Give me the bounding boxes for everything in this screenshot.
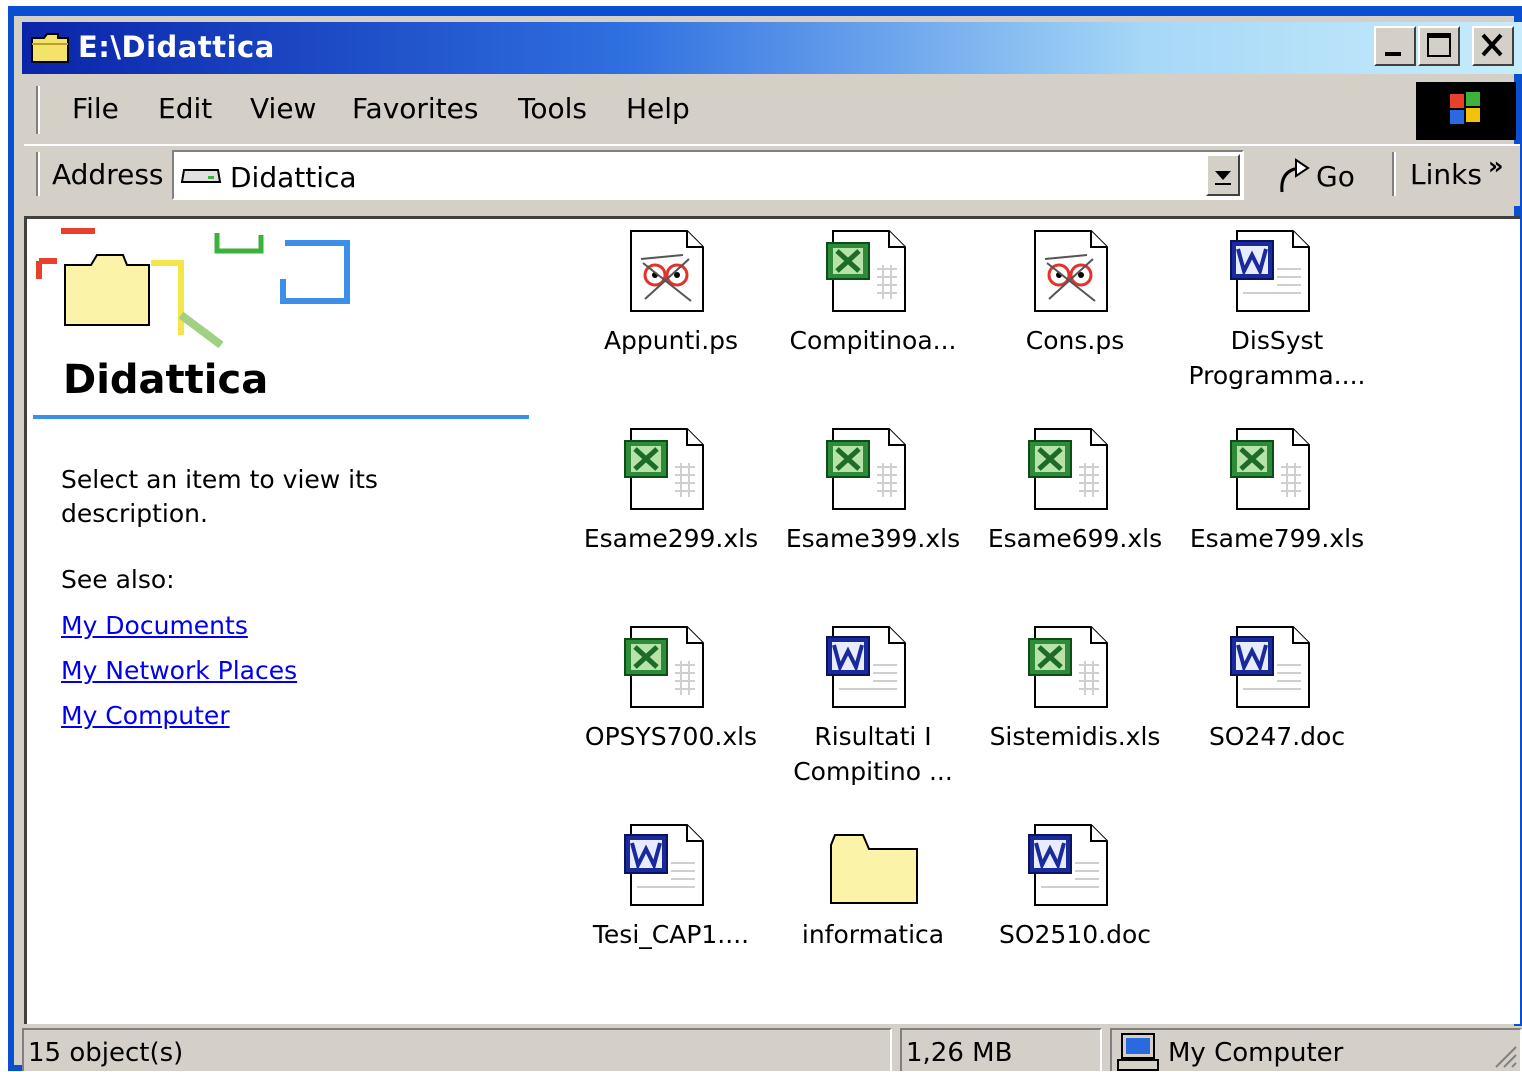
excel-document-icon [1028, 626, 1108, 708]
menu-tools[interactable]: Tools [518, 92, 587, 125]
status-zone-panel: My Computer [1110, 1028, 1522, 1071]
maximize-icon [1427, 33, 1451, 57]
word-document-icon [624, 824, 704, 906]
see-also-label: See also: [61, 565, 175, 594]
status-bar: 15 object(s) 1,26 MB My Computer [22, 1026, 1522, 1071]
status-zone: My Computer [1168, 1038, 1344, 1068]
menu-help[interactable]: Help [626, 92, 690, 125]
title-divider [33, 415, 529, 419]
item-description: Select an item to view its description. [61, 465, 378, 528]
word-document-icon [1230, 230, 1310, 312]
file-name: Sistemidis.xls [989, 722, 1161, 751]
file-name: Cons.ps [1025, 326, 1125, 355]
ps-document-icon [1034, 230, 1108, 312]
file-name: Tesi_CAP1.... [592, 920, 750, 949]
file-item[interactable]: Sistemidis.xls [975, 625, 1175, 754]
windows-logo [1416, 82, 1516, 140]
file-name: Compitinoa... [789, 326, 957, 355]
excel-document-icon [1230, 428, 1310, 510]
close-icon [1481, 33, 1503, 57]
chevron-right-icon[interactable]: » [1488, 152, 1504, 180]
word-document-icon [826, 626, 906, 708]
file-name: DisSyst Programma.... [1188, 326, 1366, 390]
folder-banner-icon [36, 228, 350, 349]
link-my-network-places[interactable]: My Network Places [61, 656, 297, 685]
address-input[interactable]: Didattica [172, 150, 1244, 200]
links-grip[interactable] [1392, 152, 1396, 196]
file-item[interactable]: Cons.ps [975, 229, 1175, 358]
menu-view[interactable]: View [250, 92, 316, 125]
excel-document-icon [826, 428, 906, 510]
status-objects: 15 object(s) [28, 1038, 184, 1068]
file-name: informatica [801, 920, 945, 949]
excel-document-icon [624, 428, 704, 510]
go-arrow-icon [1280, 158, 1310, 193]
file-item[interactable]: DisSyst Programma.... [1177, 229, 1377, 393]
link-my-computer[interactable]: My Computer [61, 701, 230, 730]
drive-icon [180, 169, 222, 183]
file-name: Esame799.xls [1189, 524, 1365, 553]
file-item[interactable]: Appunti.ps [571, 229, 771, 358]
file-item[interactable]: Esame699.xls [975, 427, 1175, 556]
file-name: OPSYS700.xls [584, 722, 758, 751]
status-size-panel: 1,26 MB [900, 1028, 1102, 1071]
file-name: SO2510.doc [998, 920, 1152, 949]
go-label: Go [1316, 160, 1355, 193]
chevron-down-icon [1215, 171, 1231, 185]
minimize-button[interactable] [1374, 26, 1416, 66]
file-item[interactable]: Compitinoa... [773, 229, 973, 358]
link-my-documents[interactable]: My Documents [61, 611, 248, 640]
file-item[interactable]: Tesi_CAP1.... [571, 823, 771, 952]
file-item[interactable]: SO2510.doc [975, 823, 1175, 952]
maximize-button[interactable] [1418, 26, 1460, 66]
address-grip[interactable] [36, 152, 40, 196]
folder-title: Didattica [63, 357, 269, 403]
file-item[interactable]: Esame799.xls [1177, 427, 1377, 556]
title-bar[interactable]: E:\Didattica [22, 22, 1522, 74]
my-computer-icon [1117, 1033, 1159, 1071]
menu-favorites[interactable]: Favorites [352, 92, 478, 125]
file-name: Esame699.xls [987, 524, 1163, 553]
word-document-icon [1028, 824, 1108, 906]
status-size: 1,26 MB [906, 1038, 1013, 1068]
links-button[interactable]: Links [1410, 158, 1482, 191]
folder-view: Didattica Select an item to view its des… [24, 216, 1520, 1024]
close-button[interactable] [1472, 26, 1514, 66]
excel-document-icon [1028, 428, 1108, 510]
file-item[interactable]: informatica [773, 823, 973, 952]
toolbar-grip[interactable] [36, 86, 40, 134]
file-item[interactable]: OPSYS700.xls [571, 625, 771, 754]
word-document-icon [1230, 626, 1310, 708]
file-item[interactable]: Esame399.xls [773, 427, 973, 556]
go-button[interactable]: Go [1272, 150, 1382, 200]
menu-bar: File Edit View Favorites Tools Help [24, 78, 1416, 142]
windows-flag-icon [1450, 92, 1480, 124]
address-bar: Address Didattica Go Links » [24, 144, 1520, 206]
file-item[interactable]: Esame299.xls [571, 427, 771, 556]
file-item[interactable]: SO247.doc [1177, 625, 1377, 754]
file-name: Esame399.xls [785, 524, 961, 553]
minimize-icon [1385, 52, 1401, 56]
menu-file[interactable]: File [72, 92, 119, 125]
address-label: Address [52, 158, 164, 191]
address-dropdown-button[interactable] [1206, 154, 1240, 196]
address-value: Didattica [230, 161, 357, 194]
ps-document-icon [630, 230, 704, 312]
folder-icon [830, 834, 918, 904]
status-objects-panel: 15 object(s) [22, 1028, 892, 1071]
resize-grip-icon[interactable] [1488, 1039, 1518, 1069]
excel-document-icon [826, 230, 906, 312]
menu-edit[interactable]: Edit [158, 92, 212, 125]
window-title: E:\Didattica [78, 30, 275, 64]
folder-icon [31, 33, 69, 63]
file-item[interactable]: Risultati I Compitino ... [773, 625, 973, 789]
file-name: SO247.doc [1208, 722, 1346, 751]
file-name: Esame299.xls [583, 524, 759, 553]
file-name: Risultati I Compitino ... [793, 722, 953, 786]
file-name: Appunti.ps [603, 326, 739, 355]
excel-document-icon [624, 626, 704, 708]
